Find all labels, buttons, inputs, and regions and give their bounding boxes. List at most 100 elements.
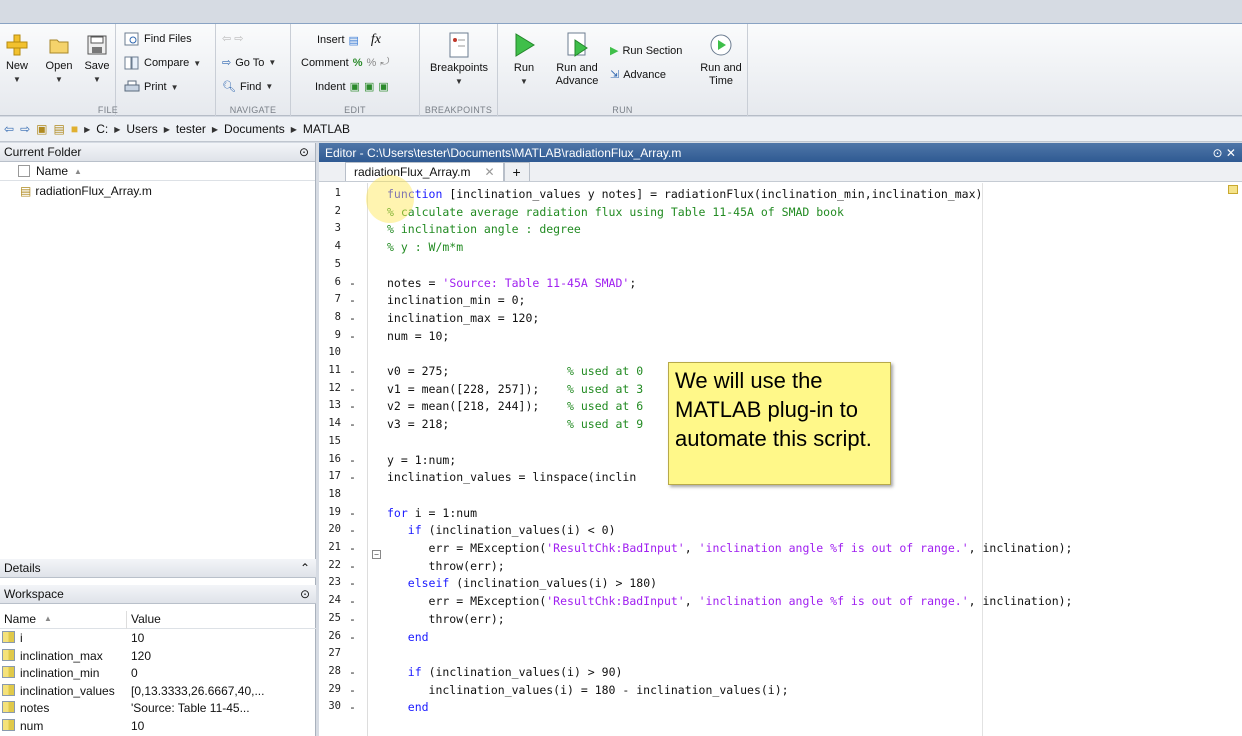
browse-folder-icon[interactable]: ▤ bbox=[53, 122, 64, 136]
code-line: end bbox=[407, 700, 429, 715]
run-section-icon: ▶ bbox=[610, 45, 619, 57]
run-button[interactable]: Run ▼ bbox=[508, 32, 540, 88]
save-button[interactable]: Save ▼ bbox=[82, 34, 112, 86]
folder-column-header[interactable]: Name ▲ bbox=[0, 162, 315, 181]
path-part-documents[interactable]: Documents bbox=[224, 122, 285, 136]
advance-button[interactable]: ⇲ Advance bbox=[610, 68, 666, 82]
uncomment-icon: % bbox=[366, 56, 377, 69]
code-line: v0 = 275; % used at 0 bbox=[387, 364, 644, 378]
executable-marker[interactable]: - bbox=[349, 665, 356, 679]
open-button[interactable]: Open ▼ bbox=[44, 34, 74, 86]
executable-marker[interactable]: - bbox=[349, 541, 356, 555]
executable-marker[interactable]: - bbox=[349, 417, 356, 431]
code-line: if (inclination_values(i) < 0) bbox=[407, 523, 616, 538]
editor-title-bar: Editor - C:\Users\tester\Documents\MATLA… bbox=[319, 143, 1242, 162]
up-folder-icon[interactable]: ▣ bbox=[36, 122, 47, 136]
m-file-icon: ▤ bbox=[20, 183, 32, 198]
new-tab-button[interactable]: + bbox=[503, 162, 530, 181]
folder-icon: ■ bbox=[70, 122, 79, 136]
executable-marker[interactable]: - bbox=[349, 399, 356, 413]
code-line: err = MException('ResultChk:BadInput', '… bbox=[387, 594, 1073, 609]
line-number: 27 bbox=[328, 647, 341, 660]
code-line: throw(err); bbox=[387, 558, 505, 573]
executable-marker[interactable]: - bbox=[349, 630, 356, 644]
path-part-users[interactable]: Users bbox=[126, 122, 157, 136]
executable-marker[interactable]: - bbox=[349, 453, 356, 467]
print-button[interactable]: Print ▼ bbox=[124, 80, 179, 94]
code-line: y = 1:num; bbox=[387, 452, 457, 467]
executable-marker[interactable]: - bbox=[349, 594, 356, 608]
panel-menu-icon[interactable]: ⊙ bbox=[300, 587, 310, 601]
workspace-row[interactable]: inclination_values [0,13.3333,26.6667,40,… bbox=[0, 683, 316, 701]
executable-marker[interactable]: - bbox=[349, 470, 356, 484]
indent-button[interactable]: Indent ▣ ▣ ▣ bbox=[315, 80, 389, 94]
variable-name: inclination_min bbox=[20, 666, 100, 680]
matrix-icon bbox=[2, 718, 15, 731]
workspace-column-header[interactable]: Name ▲ Value bbox=[0, 611, 316, 629]
workspace-row[interactable]: inclination_min 0 bbox=[0, 665, 316, 683]
executable-marker[interactable]: - bbox=[349, 382, 356, 396]
fx-button[interactable]: fx bbox=[371, 32, 381, 48]
executable-marker[interactable]: - bbox=[349, 506, 356, 520]
executable-marker[interactable]: - bbox=[349, 293, 356, 307]
address-bar[interactable]: ⇦ ⇨ ▣ ▤ ■ ▶ C: ▶ Users ▶ tester ▶ Docume… bbox=[0, 117, 1242, 142]
print-label: Print bbox=[144, 81, 167, 93]
run-and-advance-label: Run and Advance bbox=[555, 62, 599, 87]
folder-file-item[interactable]: ▤ radiationFlux_Array.m bbox=[0, 181, 315, 200]
find-icon: 🔍︎ bbox=[222, 81, 236, 93]
details-header[interactable]: Details ⌃ bbox=[0, 559, 316, 578]
new-icon bbox=[6, 34, 28, 56]
executable-marker[interactable]: - bbox=[349, 576, 356, 590]
executable-marker[interactable]: - bbox=[349, 276, 356, 290]
close-tab-icon[interactable]: ✕ bbox=[484, 165, 494, 179]
new-button[interactable]: New ▼ bbox=[4, 34, 30, 86]
run-section-button[interactable]: ▶ Run Section bbox=[610, 44, 682, 58]
executable-marker[interactable]: - bbox=[349, 364, 356, 378]
compare-button[interactable]: Compare ▼ bbox=[124, 56, 201, 70]
workspace-row[interactable]: i 10 bbox=[0, 630, 316, 648]
workspace-row[interactable]: num 10 bbox=[0, 718, 316, 736]
code-line: v2 = mean([218, 244]); % used at 6 bbox=[387, 399, 644, 414]
char-array-icon bbox=[2, 701, 15, 713]
executable-marker[interactable]: - bbox=[349, 523, 356, 537]
code-line: % inclination angle : degree bbox=[387, 222, 581, 237]
find-button[interactable]: 🔍︎ Find ▼ bbox=[222, 80, 273, 94]
path-part-matlab[interactable]: MATLAB bbox=[303, 122, 350, 136]
executable-marker[interactable]: - bbox=[349, 329, 356, 343]
editor-menu-close-icons[interactable]: ⊙ ✕ bbox=[1213, 146, 1236, 160]
code-line: v1 = mean([228, 257]); % used at 3 bbox=[387, 381, 644, 396]
save-label: Save bbox=[84, 60, 110, 72]
executable-marker[interactable]: - bbox=[349, 311, 356, 325]
workspace-row[interactable]: notes 'Source: Table 11-45... bbox=[0, 700, 316, 718]
path-part-drive[interactable]: C: bbox=[96, 122, 108, 136]
compare-icon bbox=[124, 56, 139, 70]
comment-button[interactable]: Comment%% ⤾ bbox=[301, 56, 389, 69]
navigate-group-label: NAVIGATE bbox=[229, 105, 277, 115]
executable-marker[interactable]: - bbox=[349, 612, 356, 626]
go-to-button[interactable]: ⇨ Go To ▼ bbox=[222, 56, 276, 70]
back-icon[interactable]: ⇦ bbox=[4, 122, 14, 136]
name-column-checkbox[interactable] bbox=[18, 165, 30, 177]
executable-marker[interactable]: - bbox=[349, 683, 356, 697]
breakpoints-button[interactable]: Breakpoints ▼ bbox=[428, 32, 490, 88]
forward-icon[interactable]: ⇨ bbox=[20, 122, 30, 136]
annotation-callout: We will use the MATLAB plug-in to automa… bbox=[668, 362, 891, 485]
collapse-icon[interactable]: ⌃ bbox=[300, 561, 310, 575]
executable-marker[interactable]: - bbox=[349, 700, 356, 714]
fold-toggle-icon[interactable]: − bbox=[372, 550, 381, 559]
matrix-icon bbox=[2, 683, 15, 696]
run-and-advance-button[interactable]: Run and Advance bbox=[552, 32, 602, 88]
tab-radiationflux-array[interactable]: radiationFlux_Array.m ✕ bbox=[345, 162, 504, 181]
find-files-button[interactable]: Find Files bbox=[124, 32, 192, 46]
executable-marker[interactable]: - bbox=[349, 559, 356, 573]
run-and-time-button[interactable]: Run and Time bbox=[696, 32, 746, 88]
workspace-row[interactable]: inclination_max 120 bbox=[0, 648, 316, 666]
insert-button[interactable]: Insert ▤ fx bbox=[317, 32, 381, 48]
code-line: % y : W/m*m bbox=[387, 240, 464, 255]
file-group-label: FILE bbox=[97, 105, 119, 115]
back-forward-buttons[interactable]: ⇦ ⇨ bbox=[222, 32, 244, 45]
go-to-icon: ⇨ bbox=[222, 57, 232, 69]
panel-menu-icon[interactable]: ⊙ bbox=[299, 145, 309, 159]
scroll-marker[interactable] bbox=[1228, 185, 1238, 194]
path-part-tester[interactable]: tester bbox=[176, 122, 206, 136]
